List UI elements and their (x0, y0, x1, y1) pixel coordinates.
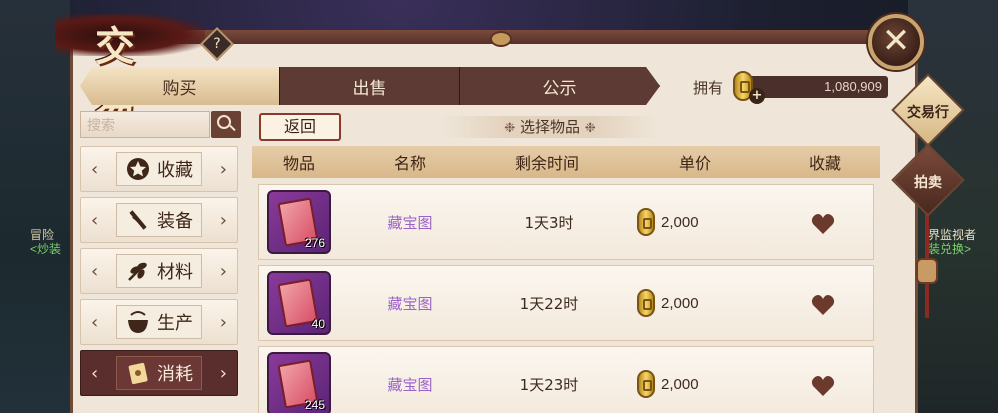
star-icon (127, 158, 149, 180)
title-badge: 交易 (55, 8, 205, 128)
table-header: 物品 名称 剩余时间 单价 收藏 (252, 146, 880, 178)
heart-icon[interactable] (811, 375, 835, 397)
chevron-left-icon[interactable]: ‹ (91, 363, 98, 384)
background-scene-left (0, 0, 70, 413)
tab-buy[interactable]: 购买 (80, 67, 280, 105)
item-quantity: 276 (304, 236, 325, 250)
column-favorite: 收藏 (808, 154, 841, 173)
listing-table: 276 藏宝图 1天3时 2,000 40 藏宝图 1天22时 2,000 24… (258, 184, 874, 413)
time-left: 1天3时 (524, 213, 574, 232)
chevron-right-icon[interactable]: › (220, 363, 227, 384)
table-row[interactable]: 276 藏宝图 1天3时 2,000 (258, 184, 874, 260)
scroll-icon (128, 362, 148, 385)
item-name: 藏宝图 (387, 375, 433, 394)
column-unit-price: 单价 (678, 154, 711, 173)
chevron-right-icon[interactable]: › (220, 312, 227, 333)
category-label: 材料 (157, 262, 193, 283)
treasure-map-icon[interactable]: 276 (267, 190, 331, 254)
wallet-label: 拥有 (693, 79, 724, 97)
column-name: 名称 (393, 154, 426, 173)
back-button[interactable]: 返回 (259, 113, 341, 141)
gold-coin-icon (637, 289, 655, 317)
category-favorites[interactable]: ‹ 收藏 › (80, 146, 238, 192)
add-currency-button[interactable]: + (749, 88, 765, 104)
category-list: ‹ 收藏 › ‹ 装备 › ‹ 材料 › ‹ 生产 › ‹ 消耗 › (80, 146, 238, 401)
item-quantity: 40 (311, 317, 325, 331)
background-npc-label-right: 界监视者 装兑换> (928, 228, 977, 256)
category-label: 收藏 (157, 160, 193, 181)
trade-house-button[interactable]: 交易行 (893, 102, 963, 122)
unit-price: 2,000 (637, 289, 757, 317)
chevron-left-icon[interactable]: ‹ (91, 312, 98, 333)
search-icon (217, 115, 231, 129)
table-row[interactable]: 40 藏宝图 1天22时 2,000 (258, 265, 874, 341)
column-time-left: 剩余时间 (514, 154, 579, 173)
ornament-icon: ❉ (504, 121, 516, 136)
weapon-icon (129, 210, 147, 230)
category-materials[interactable]: ‹ 材料 › (80, 248, 238, 294)
heart-icon[interactable] (811, 213, 835, 235)
category-label: 生产 (157, 313, 193, 334)
tab-sell[interactable]: 出售 (280, 67, 460, 105)
item-quantity: 245 (304, 398, 325, 412)
time-left: 1天22时 (519, 294, 579, 313)
table-row[interactable]: 245 藏宝图 1天23时 2,000 (258, 346, 874, 413)
ornament-icon: ❉ (584, 121, 596, 136)
category-consumables[interactable]: ‹ 消耗 › (80, 350, 238, 396)
item-name: 藏宝图 (387, 213, 433, 232)
chevron-left-icon[interactable]: ‹ (91, 261, 98, 282)
time-left: 1天23时 (519, 375, 579, 394)
herb-icon (128, 262, 147, 281)
chevron-right-icon[interactable]: › (220, 210, 227, 231)
heart-icon[interactable] (811, 294, 835, 316)
auction-button[interactable]: 拍卖 (893, 172, 963, 192)
search-button[interactable] (211, 111, 241, 138)
item-name: 藏宝图 (387, 294, 433, 313)
category-production[interactable]: ‹ 生产 › (80, 299, 238, 345)
tab-bar: 购买 出售 公示 (80, 67, 665, 105)
gold-coin-icon (637, 208, 655, 236)
top-ornament-icon (490, 31, 512, 47)
chevron-left-icon[interactable]: ‹ (91, 210, 98, 231)
treasure-map-icon[interactable]: 40 (267, 271, 331, 335)
treasure-map-icon[interactable]: 245 (267, 352, 331, 413)
category-equipment[interactable]: ‹ 装备 › (80, 197, 238, 243)
pot-icon (128, 311, 148, 333)
tab-public-notice[interactable]: 公示 (460, 67, 660, 105)
lantern-icon (916, 258, 938, 284)
close-button[interactable]: ✕ (868, 14, 924, 70)
chevron-right-icon[interactable]: › (220, 261, 227, 282)
unit-price: 2,000 (637, 370, 757, 398)
category-label: 装备 (157, 211, 193, 232)
chevron-left-icon[interactable]: ‹ (91, 159, 98, 180)
gold-coin-icon (637, 370, 655, 398)
background-npc-label-left: 冒险 <炒装 (30, 228, 62, 256)
search-input[interactable]: 搜索 (80, 111, 210, 138)
section-title: ❉ 选择物品 ❉ (440, 116, 660, 138)
column-item: 物品 (282, 154, 315, 173)
unit-price: 2,000 (637, 208, 757, 236)
category-label: 消耗 (157, 364, 193, 385)
chevron-right-icon[interactable]: › (220, 159, 227, 180)
close-icon: ✕ (881, 21, 911, 61)
